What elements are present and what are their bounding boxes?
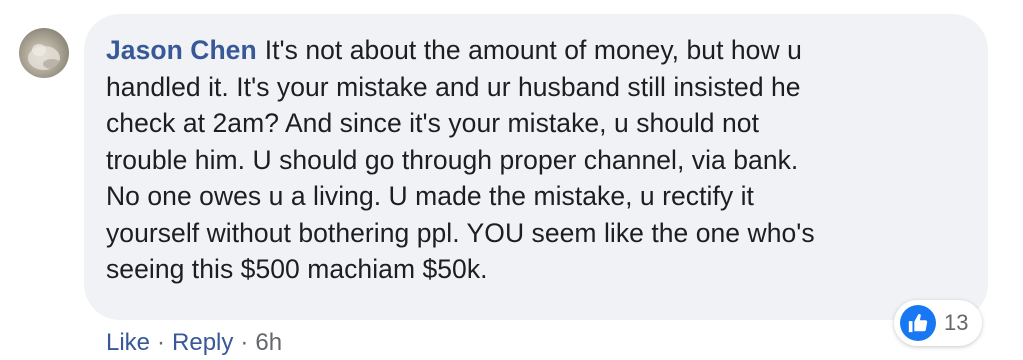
comment-text: trouble him. U should go through proper … xyxy=(106,144,799,175)
avatar[interactable] xyxy=(19,28,69,78)
comment-text: handled it. It's your mistake and ur hus… xyxy=(106,71,801,102)
timestamp[interactable]: 6h xyxy=(255,329,282,356)
like-button[interactable]: Like xyxy=(106,329,150,356)
author-name[interactable]: Jason Chen xyxy=(106,35,257,65)
comment-actions: Like · Reply · 6h xyxy=(106,329,282,357)
comment-line-1: Jason Chen It's not about the amount of m… xyxy=(106,32,956,69)
comment-text: yourself without bothering ppl. YOU seem… xyxy=(106,217,815,248)
comment-body: Jason Chen It's not about the amount of m… xyxy=(106,32,956,288)
separator: · xyxy=(240,329,249,356)
comment-text: check at 2am? And since it's your mistak… xyxy=(106,108,759,138)
thumbs-up-icon xyxy=(900,305,936,341)
comment-text: It's not about the amount of money, but … xyxy=(264,35,802,65)
comment-text: seeing this $500 machiam $50k. xyxy=(106,254,488,284)
reply-button[interactable]: Reply xyxy=(172,329,233,356)
reaction-count: 13 xyxy=(944,310,969,335)
reaction-summary[interactable]: 13 xyxy=(894,300,983,346)
comment-text: No one owes u a living. U made the mista… xyxy=(106,181,754,211)
separator: · xyxy=(157,329,166,356)
avatar-image xyxy=(28,44,61,70)
comment: Jason Chen It's not about the amount of m… xyxy=(0,0,1023,360)
